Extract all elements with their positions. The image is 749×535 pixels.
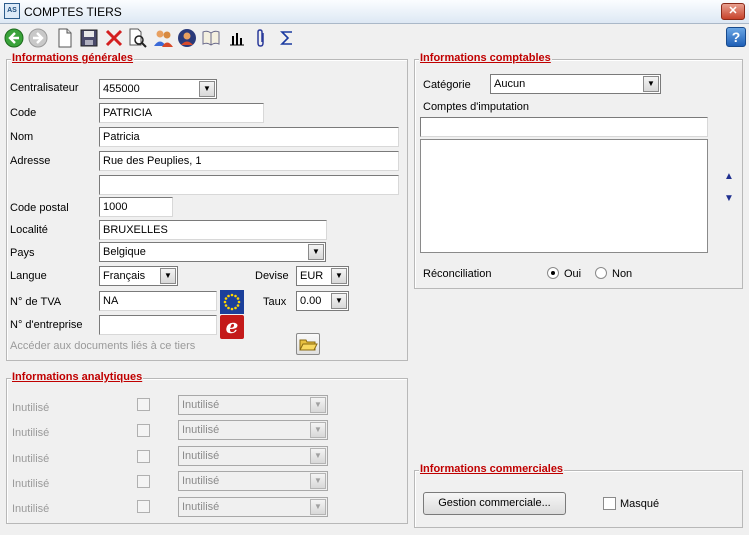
- chart-icon[interactable]: [226, 27, 248, 49]
- nom-label: Nom: [10, 131, 34, 143]
- analytique-row-label: Inutilisé: [12, 402, 50, 414]
- analytique-row-checkbox[interactable]: [137, 500, 150, 513]
- categorie-label: Catégorie: [423, 79, 471, 91]
- users-icon[interactable]: [152, 27, 174, 49]
- open-folder-button[interactable]: [296, 333, 320, 355]
- help-button[interactable]: ?: [726, 27, 746, 47]
- general-info-title: Informations générales: [11, 52, 135, 64]
- window-title: COMPTES TIERS: [24, 5, 122, 19]
- code-postal-field[interactable]: 1000: [99, 197, 173, 217]
- comptes-imputation-list[interactable]: [420, 139, 708, 253]
- analytique-row-select[interactable]: Inutilisé ▼: [178, 497, 328, 517]
- reconciliation-non-radio[interactable]: [595, 267, 607, 279]
- eu-flag-icon[interactable]: [220, 290, 244, 314]
- reconciliation-oui-label: Oui: [564, 268, 582, 280]
- new-document-icon[interactable]: [54, 27, 76, 49]
- localite-field[interactable]: BRUXELLES: [99, 220, 327, 240]
- analytique-row-label: Inutilisé: [12, 478, 50, 490]
- adresse2-field[interactable]: [99, 175, 399, 195]
- code-postal-label: Code postal: [10, 202, 69, 214]
- delete-icon[interactable]: [103, 27, 125, 49]
- analytique-row-select[interactable]: Inutilisé ▼: [178, 420, 328, 440]
- analytique-row-label: Inutilisé: [12, 503, 50, 515]
- chevron-down-icon: ▼: [310, 473, 326, 489]
- analytique-row-checkbox[interactable]: [137, 424, 150, 437]
- chevron-down-icon: ▼: [160, 268, 176, 284]
- docs-label: Accéder aux documents liés à ce tiers: [10, 340, 196, 352]
- save-icon[interactable]: [78, 27, 100, 49]
- open-folder-icon: [299, 339, 318, 351]
- centralisateur-select[interactable]: 455000 ▼: [99, 79, 217, 99]
- commercial-title: Informations commerciales: [419, 463, 565, 475]
- entreprise-field[interactable]: [99, 315, 217, 335]
- chevron-down-icon: ▼: [199, 81, 215, 97]
- comptes-imputation-input[interactable]: [420, 117, 708, 137]
- masque-checkbox[interactable]: [603, 497, 616, 510]
- comptes-imputation-label: Comptes d'imputation: [423, 101, 530, 113]
- gestion-commerciale-button[interactable]: Gestion commerciale...: [423, 492, 566, 515]
- chevron-down-icon: ▼: [310, 422, 326, 438]
- chevron-down-icon: ▼: [310, 448, 326, 464]
- analytique-row-checkbox[interactable]: [137, 475, 150, 488]
- analytique-row-checkbox[interactable]: [137, 450, 150, 463]
- adresse-field[interactable]: Rue des Peuplies, 1: [99, 151, 399, 171]
- devise-label: Devise: [255, 270, 289, 282]
- taux-select[interactable]: 0.00 ▼: [296, 291, 349, 311]
- nom-field[interactable]: Patricia: [99, 127, 399, 147]
- langue-select[interactable]: Français ▼: [99, 266, 178, 286]
- chevron-down-icon: ▼: [331, 268, 347, 284]
- centralisateur-label: Centralisateur: [10, 82, 79, 94]
- analytique-row-select[interactable]: Inutilisé ▼: [178, 395, 328, 415]
- analytique-row-select[interactable]: Inutilisé ▼: [178, 446, 328, 466]
- categorie-select[interactable]: Aucun ▼: [490, 74, 661, 94]
- analytique-row-label: Inutilisé: [12, 427, 50, 439]
- search-document-icon[interactable]: [127, 27, 149, 49]
- pays-label: Pays: [10, 247, 35, 259]
- chevron-down-icon: ▼: [331, 293, 347, 309]
- move-down-icon[interactable]: ▼: [719, 190, 739, 208]
- tva-field[interactable]: NA: [99, 291, 217, 311]
- chevron-down-icon: ▼: [308, 244, 324, 260]
- paperclip-icon[interactable]: [250, 27, 272, 49]
- pays-select[interactable]: Belgique ▼: [99, 242, 326, 262]
- comptable-title: Informations comptables: [419, 52, 552, 64]
- chevron-down-icon: ▼: [310, 397, 326, 413]
- analytique-title: Informations analytiques: [11, 371, 144, 383]
- close-button[interactable]: ✕: [721, 3, 745, 20]
- toolbar: [0, 25, 749, 51]
- entreprise-label: N° d'entreprise: [10, 319, 83, 331]
- chevron-down-icon: ▼: [310, 499, 326, 515]
- analytique-row-label: Inutilisé: [12, 453, 50, 465]
- e-business-icon[interactable]: e: [220, 315, 244, 339]
- adresse-label: Adresse: [10, 155, 51, 167]
- code-label: Code: [10, 107, 37, 119]
- forward-icon[interactable]: [27, 27, 49, 49]
- reconciliation-label: Réconciliation: [423, 268, 492, 280]
- app-icon: AS: [4, 3, 20, 19]
- taux-label: Taux: [263, 296, 287, 308]
- reconciliation-non-label: Non: [612, 268, 633, 280]
- code-field[interactable]: PATRICIA: [99, 103, 264, 123]
- move-up-icon[interactable]: ▲: [719, 168, 739, 186]
- back-icon[interactable]: [3, 27, 25, 49]
- sigma-icon[interactable]: [276, 27, 298, 49]
- book-icon[interactable]: [200, 27, 222, 49]
- devise-select[interactable]: EUR ▼: [296, 266, 349, 286]
- title-bar: AS COMPTES TIERS ✕: [0, 0, 749, 24]
- masque-label: Masqué: [620, 498, 660, 510]
- analytique-row-select[interactable]: Inutilisé ▼: [178, 471, 328, 491]
- analytique-row-checkbox[interactable]: [137, 398, 150, 411]
- reconciliation-oui-radio[interactable]: [547, 267, 559, 279]
- contact-icon[interactable]: [176, 27, 198, 49]
- chevron-down-icon: ▼: [643, 76, 659, 92]
- localite-label: Localité: [10, 224, 48, 236]
- tva-label: N° de TVA: [10, 296, 62, 308]
- langue-label: Langue: [10, 270, 47, 282]
